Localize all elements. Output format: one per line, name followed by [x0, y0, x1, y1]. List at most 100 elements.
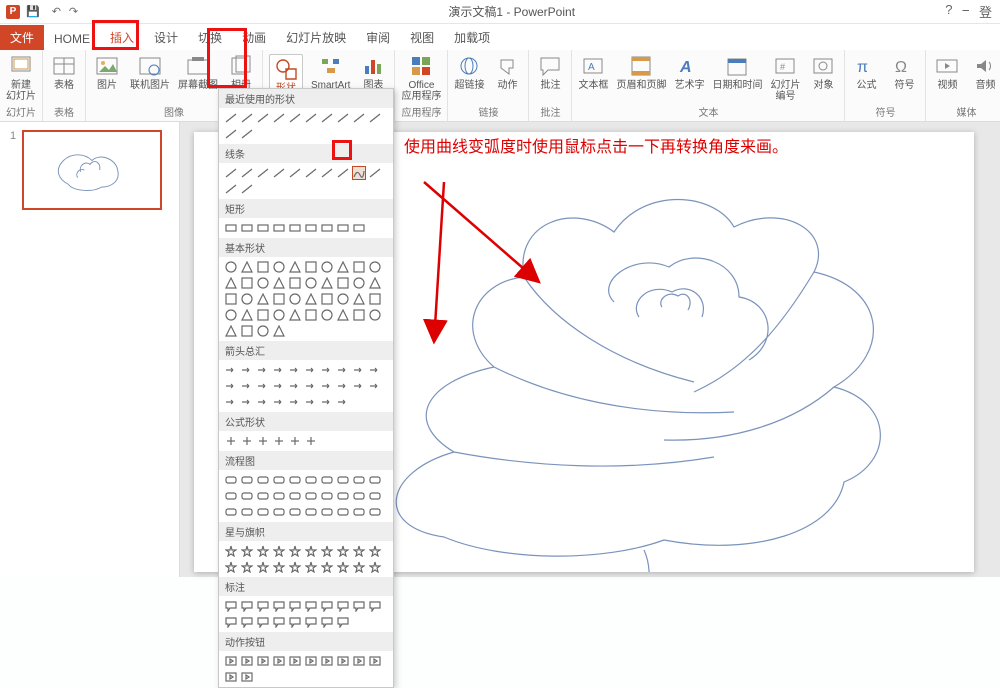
shape-glyph[interactable]: [352, 363, 366, 377]
shape-glyph[interactable]: [288, 276, 302, 290]
shape-glyph[interactable]: [224, 505, 238, 519]
shape-glyph[interactable]: [352, 489, 366, 503]
shape-glyph[interactable]: [288, 363, 302, 377]
shape-glyph[interactable]: [224, 308, 238, 322]
slide-thumbnail-1[interactable]: [22, 130, 162, 210]
shape-glyph[interactable]: [368, 473, 382, 487]
shape-glyph[interactable]: [304, 544, 318, 558]
shape-glyph[interactable]: [240, 599, 254, 613]
shape-glyph[interactable]: [304, 615, 318, 629]
shape-glyph[interactable]: [272, 434, 286, 448]
photo-album-button[interactable]: 相册: [226, 54, 256, 91]
shape-glyph[interactable]: [320, 544, 334, 558]
shape-glyph[interactable]: [256, 379, 270, 393]
shape-glyph[interactable]: [240, 308, 254, 322]
shape-glyph[interactable]: [224, 324, 238, 338]
shape-glyph[interactable]: [336, 111, 350, 125]
shape-glyph[interactable]: [352, 544, 366, 558]
shape-glyph[interactable]: [224, 111, 238, 125]
shape-glyph[interactable]: [336, 473, 350, 487]
shape-glyph[interactable]: [224, 544, 238, 558]
tab-addins[interactable]: 加载项: [444, 25, 500, 50]
shape-glyph[interactable]: [272, 560, 286, 574]
shape-glyph[interactable]: [240, 166, 254, 180]
shape-glyph[interactable]: [368, 544, 382, 558]
shape-glyph[interactable]: [304, 276, 318, 290]
shape-glyph[interactable]: [320, 654, 334, 668]
shape-glyph[interactable]: [352, 221, 366, 235]
shape-glyph[interactable]: [224, 434, 238, 448]
audio-button[interactable]: 音频: [970, 54, 1000, 91]
shape-glyph[interactable]: [224, 221, 238, 235]
shape-glyph[interactable]: [336, 599, 350, 613]
shape-glyph[interactable]: [288, 221, 302, 235]
shape-glyph[interactable]: [368, 560, 382, 574]
shape-glyph[interactable]: [304, 434, 318, 448]
shape-glyph[interactable]: [224, 560, 238, 574]
shape-glyph[interactable]: [336, 560, 350, 574]
tab-file[interactable]: 文件: [0, 25, 44, 50]
hyperlink-button[interactable]: 超链接: [454, 54, 484, 91]
shape-glyph[interactable]: [288, 599, 302, 613]
shape-glyph[interactable]: [240, 670, 254, 684]
shape-glyph[interactable]: [240, 395, 254, 409]
shape-glyph[interactable]: [240, 654, 254, 668]
shape-glyph[interactable]: [224, 599, 238, 613]
shape-glyph[interactable]: [256, 221, 270, 235]
shape-glyph[interactable]: [272, 654, 286, 668]
shape-glyph[interactable]: [240, 276, 254, 290]
shape-glyph[interactable]: [368, 260, 382, 274]
shape-glyph[interactable]: [288, 166, 302, 180]
shape-glyph[interactable]: [224, 260, 238, 274]
video-button[interactable]: 视频: [932, 54, 962, 91]
screenshot-button[interactable]: 屏幕截图: [178, 54, 218, 91]
shape-glyph[interactable]: [272, 489, 286, 503]
shape-glyph[interactable]: [224, 615, 238, 629]
shape-glyph[interactable]: [224, 379, 238, 393]
shape-glyph[interactable]: [320, 221, 334, 235]
shape-glyph[interactable]: [288, 395, 302, 409]
shape-glyph[interactable]: [272, 363, 286, 377]
shape-glyph[interactable]: [320, 292, 334, 306]
tab-transitions[interactable]: 切换: [188, 25, 232, 50]
shape-glyph[interactable]: [352, 111, 366, 125]
shape-glyph[interactable]: [272, 324, 286, 338]
tab-insert[interactable]: 插入: [100, 25, 144, 50]
shape-glyph[interactable]: [240, 221, 254, 235]
shape-glyph[interactable]: [272, 599, 286, 613]
object-button[interactable]: 对象: [808, 54, 838, 91]
shape-glyph[interactable]: [336, 166, 350, 180]
shape-glyph[interactable]: [320, 395, 334, 409]
chart-button[interactable]: 图表: [358, 54, 388, 91]
shape-glyph[interactable]: [304, 489, 318, 503]
shape-glyph[interactable]: [288, 473, 302, 487]
shape-glyph[interactable]: [336, 260, 350, 274]
shape-glyph[interactable]: [352, 599, 366, 613]
shape-glyph[interactable]: [240, 615, 254, 629]
shape-glyph[interactable]: [336, 544, 350, 558]
shape-glyph[interactable]: [368, 166, 382, 180]
shape-glyph[interactable]: [352, 505, 366, 519]
shape-glyph[interactable]: [336, 395, 350, 409]
shape-glyph[interactable]: [304, 473, 318, 487]
slide-number-button[interactable]: #幻灯片 编号: [770, 54, 800, 102]
shape-glyph[interactable]: [224, 395, 238, 409]
shape-glyph[interactable]: [240, 379, 254, 393]
shape-glyph[interactable]: [352, 473, 366, 487]
shape-glyph[interactable]: [304, 505, 318, 519]
shape-glyph[interactable]: [240, 473, 254, 487]
shape-glyph[interactable]: [224, 127, 238, 141]
shape-glyph[interactable]: [368, 292, 382, 306]
shape-glyph[interactable]: [368, 654, 382, 668]
shape-glyph[interactable]: [336, 654, 350, 668]
shape-glyph[interactable]: [336, 308, 350, 322]
shape-glyph[interactable]: [288, 654, 302, 668]
shape-glyph[interactable]: [272, 292, 286, 306]
shape-glyph[interactable]: [320, 560, 334, 574]
shape-glyph[interactable]: [368, 379, 382, 393]
shape-glyph[interactable]: [304, 363, 318, 377]
shape-glyph[interactable]: [240, 127, 254, 141]
shape-glyph[interactable]: [336, 221, 350, 235]
shape-glyph[interactable]: [288, 505, 302, 519]
online-pictures-button[interactable]: 联机图片: [130, 54, 170, 91]
